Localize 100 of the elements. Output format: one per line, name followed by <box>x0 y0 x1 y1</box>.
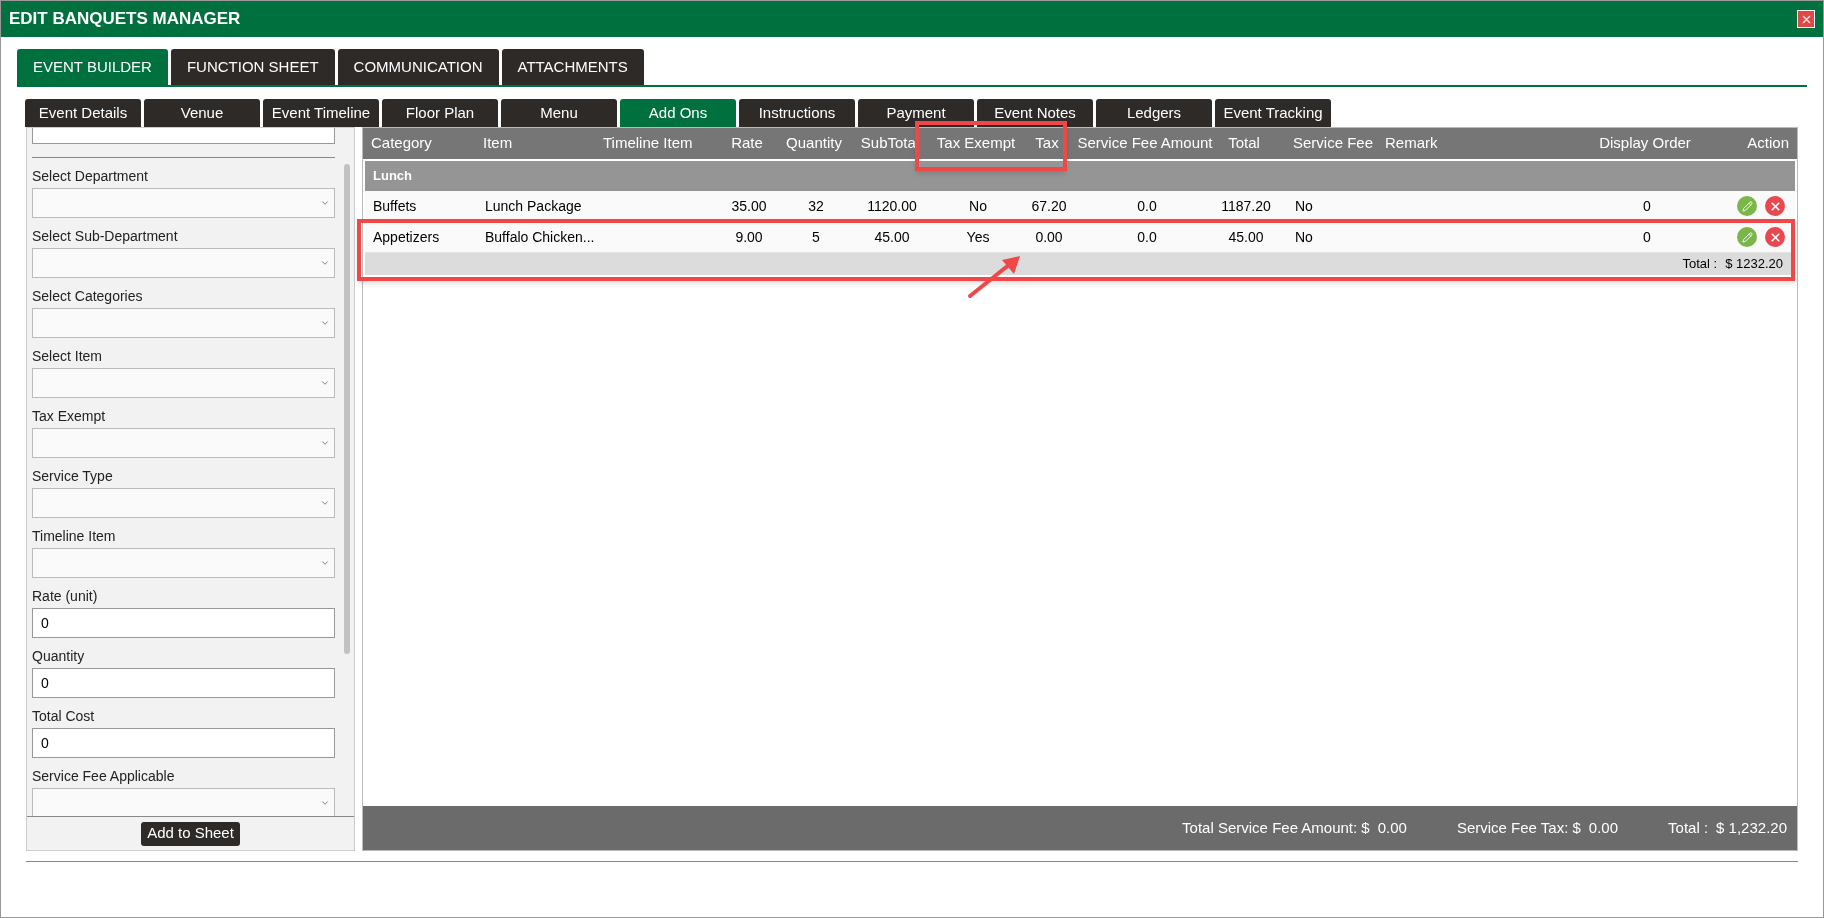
table-cell-text: 0.0 <box>1136 227 1158 247</box>
table-cell-text: Appetizers <box>372 227 441 247</box>
input-field[interactable] <box>32 128 335 144</box>
sub-tab[interactable]: Payment <box>858 99 974 127</box>
main-tab[interactable]: ATTACHMENTS <box>501 49 644 85</box>
input-field[interactable]: 0 <box>32 668 335 698</box>
close-icon <box>1768 230 1782 244</box>
dropdown-field[interactable] <box>32 428 335 458</box>
column-header: Item <box>482 133 514 154</box>
caret-icon <box>320 318 330 328</box>
sub-tab[interactable]: Floor Plan <box>382 99 498 127</box>
field-label: Total Cost <box>32 707 96 725</box>
sub-tab[interactable]: Event Tracking <box>1215 99 1331 127</box>
caret-icon <box>320 438 330 448</box>
field-label: Rate (unit) <box>32 587 99 605</box>
window-title: EDIT BANQUETS MANAGER <box>9 8 241 31</box>
column-header: Quantity <box>785 133 843 154</box>
column-header: Service Fee <box>1292 133 1375 154</box>
sub-tab[interactable]: Event Timeline <box>263 99 379 127</box>
caret-icon <box>320 798 330 808</box>
field-label: Timeline Item <box>32 527 117 545</box>
table-cell-text: 5 <box>811 227 821 247</box>
table-cell-text: 35.00 <box>730 196 768 216</box>
table-cell-text: No <box>968 196 988 216</box>
table-cell-text: 67.20 <box>1030 196 1068 216</box>
footer-label: Total Service Fee Amount: $ <box>1182 817 1370 838</box>
caret-icon <box>320 258 330 268</box>
arrow <box>966 254 1022 300</box>
dropdown-field[interactable] <box>32 248 335 278</box>
table-cell-text: 1120.00 <box>866 196 918 216</box>
table-cell-text: 0.0 <box>1136 196 1158 216</box>
sub-tab[interactable]: Menu <box>501 99 617 127</box>
caret-icon <box>320 378 330 388</box>
table-cell-text: 0 <box>1642 227 1652 247</box>
sub-tab[interactable]: Add Ons <box>620 99 736 127</box>
table-cell-text: Yes <box>965 227 991 247</box>
column-header: Category <box>370 133 433 154</box>
field-label: Select Categories <box>32 287 144 305</box>
column-header: Tax <box>1034 133 1060 154</box>
main-tab[interactable]: FUNCTION SHEET <box>170 49 335 85</box>
sub-tab[interactable]: Event Details <box>25 99 141 127</box>
table-cell-text: Buffalo Chicken... <box>484 227 596 247</box>
close-icon <box>1768 199 1782 213</box>
field-label: Tax Exempt <box>32 407 107 425</box>
dropdown-field[interactable] <box>32 368 335 398</box>
field-label: Quantity <box>32 647 86 665</box>
delete-button[interactable] <box>1765 227 1785 247</box>
table-cell-text: 0.00 <box>1034 227 1064 247</box>
column-header: Timeline Item <box>602 133 694 154</box>
footer-value: $ 1,232.20 <box>1716 817 1787 838</box>
delete-button[interactable] <box>1765 196 1785 216</box>
table-cell-text: 32 <box>807 196 825 216</box>
field-label: Select Item <box>32 347 104 365</box>
footer-value: 0.00 <box>1588 817 1619 838</box>
input-field[interactable]: 0 <box>32 728 335 758</box>
column-header: Display Order <box>1598 133 1692 154</box>
field-label: Select Sub-Department <box>32 227 179 245</box>
footer-label: Service Fee Tax: $ <box>1456 817 1581 838</box>
pencil-icon <box>1741 231 1753 243</box>
scrollbar-thumb[interactable] <box>344 164 350 654</box>
column-header: Service Fee Amount <box>1076 133 1214 154</box>
sub-tab[interactable]: Venue <box>144 99 260 127</box>
edit-button[interactable] <box>1737 196 1757 216</box>
column-header: Rate <box>730 133 764 154</box>
sub-tab[interactable]: Ledgers <box>1096 99 1212 127</box>
footer-value: 0.00 <box>1377 817 1407 838</box>
column-header: Tax Exempt <box>935 133 1017 154</box>
input-field[interactable]: 0 <box>32 608 335 638</box>
dropdown-field[interactable] <box>32 488 335 518</box>
table-cell-text: 45.00 <box>1227 227 1265 247</box>
dropdown-field[interactable] <box>32 308 335 338</box>
dropdown-field[interactable] <box>32 788 335 816</box>
field-label: Select Department <box>32 167 149 185</box>
caret-icon <box>320 558 330 568</box>
table-cell-text: 9.00 <box>734 227 764 247</box>
caret-icon <box>320 198 330 208</box>
group-total-value: $ 1232.20 <box>1725 255 1783 274</box>
table-cell-text: Lunch Package <box>484 196 583 216</box>
field-label: Service Type <box>32 467 114 485</box>
edit-button[interactable] <box>1737 227 1757 247</box>
dropdown-field[interactable] <box>32 188 335 218</box>
main-tab[interactable]: EVENT BUILDER <box>17 49 168 85</box>
field-label: Service Fee Applicable <box>32 767 176 785</box>
table-cell-text: No <box>1294 196 1314 216</box>
table-cell-text: Buffets <box>372 196 418 216</box>
close-button[interactable] <box>1797 10 1815 28</box>
add-to-sheet-button[interactable]: Add to Sheet <box>141 821 240 846</box>
sub-tab[interactable]: Instructions <box>739 99 855 127</box>
table-cell-text: 45.00 <box>873 227 911 247</box>
caret-icon <box>320 498 330 508</box>
main-tab[interactable]: COMMUNICATION <box>337 49 499 85</box>
column-header: Action <box>1746 133 1790 154</box>
table-cell-text: 1187.20 <box>1221 196 1271 216</box>
footer-label: Total : <box>1668 817 1709 838</box>
group-total-label: Total : <box>1682 255 1718 274</box>
table-cell-text: 0 <box>1642 196 1652 216</box>
dropdown-field[interactable] <box>32 548 335 578</box>
pencil-icon <box>1741 200 1753 212</box>
group-name: Lunch <box>373 167 412 186</box>
table-cell-text: No <box>1294 227 1314 247</box>
